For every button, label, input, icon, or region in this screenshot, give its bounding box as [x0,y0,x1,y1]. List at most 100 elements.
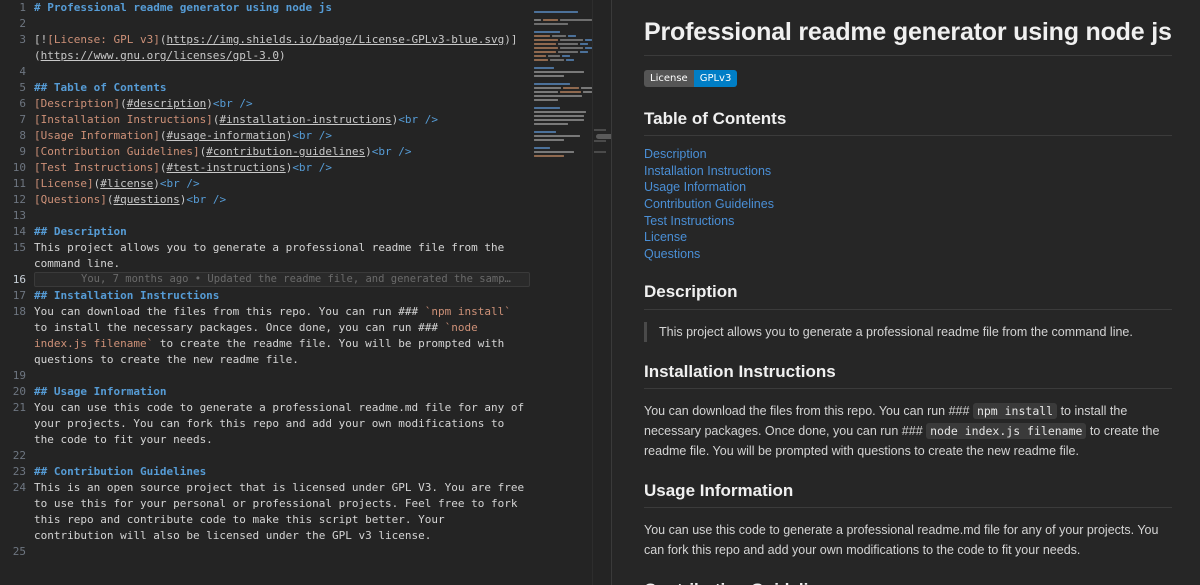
toc-heading: Table of Contents [644,109,1172,137]
code-token: [! [34,33,48,46]
code-line[interactable]: 1 # Professional readme generator using n… [0,0,530,16]
code-line[interactable]: 2 [0,16,530,32]
code-line-content: [![License: GPL v3] (https://img.shields.… [26,32,530,64]
line-number: 13 [12,209,26,222]
code-line[interactable]: 24 This is an open source project that is… [0,480,530,544]
code-token: #usage-information [166,129,286,142]
code-line[interactable]: 5 ## Table of Contents [0,80,530,96]
code-token: ) [206,97,213,110]
code-token: https://img.shields.io/badge/License-GPL… [166,33,505,46]
minimap-line [534,66,592,69]
code-line-content: [Installation Instructions](#installatio… [26,112,530,128]
code-line-content: [Test Instructions](#test-instructions)<… [26,160,530,176]
minimap-segment [534,150,574,153]
minimap-line [534,62,592,65]
minimap-segment [534,30,560,33]
minimap-line [534,38,592,41]
minimap-line [534,130,592,133]
code-line[interactable]: 19 [0,368,530,384]
minimap-segment [568,34,576,37]
code-line[interactable]: 7 [Installation Instructions](#installati… [0,112,530,128]
minimap-line [534,118,592,121]
minimap-segment [560,90,581,93]
code-line[interactable]: 10 [Test Instructions](#test-instructions… [0,160,530,176]
toc-link-description[interactable]: Description [644,146,1172,163]
editor-minimap[interactable] [530,0,592,585]
minimap-line [534,18,592,21]
license-badge[interactable]: License GPLv3 [644,69,738,87]
usage-paragraph: You can use this code to generate a prof… [644,523,1159,558]
code-token: <br /> [186,193,227,206]
code-line-content: This project allows you to generate a pr… [26,240,530,272]
code-line[interactable]: 13 [0,208,530,224]
table-of-contents: Description Installation Instructions Usag… [644,146,1172,262]
line-number: 12 [12,193,26,206]
minimap-segment [534,86,561,89]
line-number: 23 [12,465,26,478]
minimap-segment [562,54,570,57]
code-line[interactable]: 20 ## Usage Information [0,384,530,400]
editor-overview-ruler[interactable] [592,0,606,585]
minimap-line [534,110,592,113]
minimap-line [534,150,592,153]
minimap-segment [585,38,592,41]
code-line[interactable]: 11 [License](#license)<br /> [0,176,530,192]
markdown-editor-window: 1 # Professional readme generator using n… [0,0,1200,585]
editor-pane[interactable]: 1 # Professional readme generator using n… [0,0,612,585]
code-line[interactable]: 25 [0,544,530,560]
code-token: https://www.gnu.org/licenses/gpl-3.0 [40,49,280,62]
minimap-segment [534,46,559,49]
editor-horizontal-scrollbar[interactable] [596,134,612,139]
minimap-segment [581,86,592,89]
code-token: [Contribution Guidelines] [34,145,200,158]
minimap-segment [566,58,574,61]
license-badge-value: GPLv3 [693,69,738,87]
toc-link-usage-information[interactable]: Usage Information [644,179,1172,196]
code-line[interactable]: 4 [0,64,530,80]
minimap-segment [534,58,548,61]
code-line[interactable]: 9 [Contribution Guidelines](#contribution… [0,144,530,160]
code-editor-text-area[interactable]: 1 # Professional readme generator using n… [0,0,530,585]
git-blame-annotation[interactable]: You, 7 months ago • Updated the readme f… [34,272,530,287]
code-line[interactable]: 3 [![License: GPL v3] (https://img.shields… [0,32,530,64]
code-line[interactable]: 23 ## Contribution Guidelines [0,464,530,480]
toc-link-contribution-guidelines[interactable]: Contribution Guidelines [644,196,1172,213]
code-token: You can use this code to generate a prof… [34,401,525,446]
code-line[interactable]: 18 You can download the files from this r… [0,304,530,368]
code-token: <br /> [398,113,438,126]
code-line[interactable]: 22 [0,448,530,464]
minimap-segment [534,90,559,93]
code-token: # Professional readme generator using no… [34,1,333,14]
installation-paragraph: You can download the files from this rep… [644,401,1172,461]
minimap-segment [534,114,584,117]
code-line[interactable]: 16 You, 7 months ago • Updated the readme… [0,272,530,288]
code-token: )] [504,33,518,46]
markdown-preview-pane[interactable]: Professional readme generator using node… [612,0,1200,585]
toc-link-installation-instructions[interactable]: Installation Instructions [644,163,1172,180]
minimap-line [534,86,592,89]
code-line-content: You can use this code to generate a prof… [26,400,530,448]
minimap-segment [534,38,559,41]
description-heading: Description [644,282,1172,310]
code-line[interactable]: 8 [Usage Information](#usage-information)… [0,128,530,144]
code-token: ## Description [34,225,127,238]
code-token: <br /> [371,145,412,158]
minimap-line [534,146,592,149]
code-line-content: ## Contribution Guidelines [26,464,530,480]
toc-link-license[interactable]: License [644,229,1172,246]
minimap-segment [534,18,541,21]
code-line[interactable]: 21 You can use this code to generate a pr… [0,400,530,448]
code-line[interactable]: 6 [Description](#description)<br /> [0,96,530,112]
toc-link-test-instructions[interactable]: Test Instructions [644,213,1172,230]
code-line[interactable]: 15 This project allows you to generate a … [0,240,530,272]
code-token: #test-instructions [166,161,286,174]
code-token: ( [120,97,127,110]
toc-link-questions[interactable]: Questions [644,246,1172,263]
code-line[interactable]: 12 [Questions](#questions)<br /> [0,192,530,208]
code-line[interactable]: 14 ## Description [0,224,530,240]
line-number: 10 [12,161,26,174]
minimap-segment [580,50,588,53]
minimap-segment [534,10,578,13]
line-number: 19 [12,369,26,382]
code-line[interactable]: 17 ## Installation Instructions [0,288,530,304]
